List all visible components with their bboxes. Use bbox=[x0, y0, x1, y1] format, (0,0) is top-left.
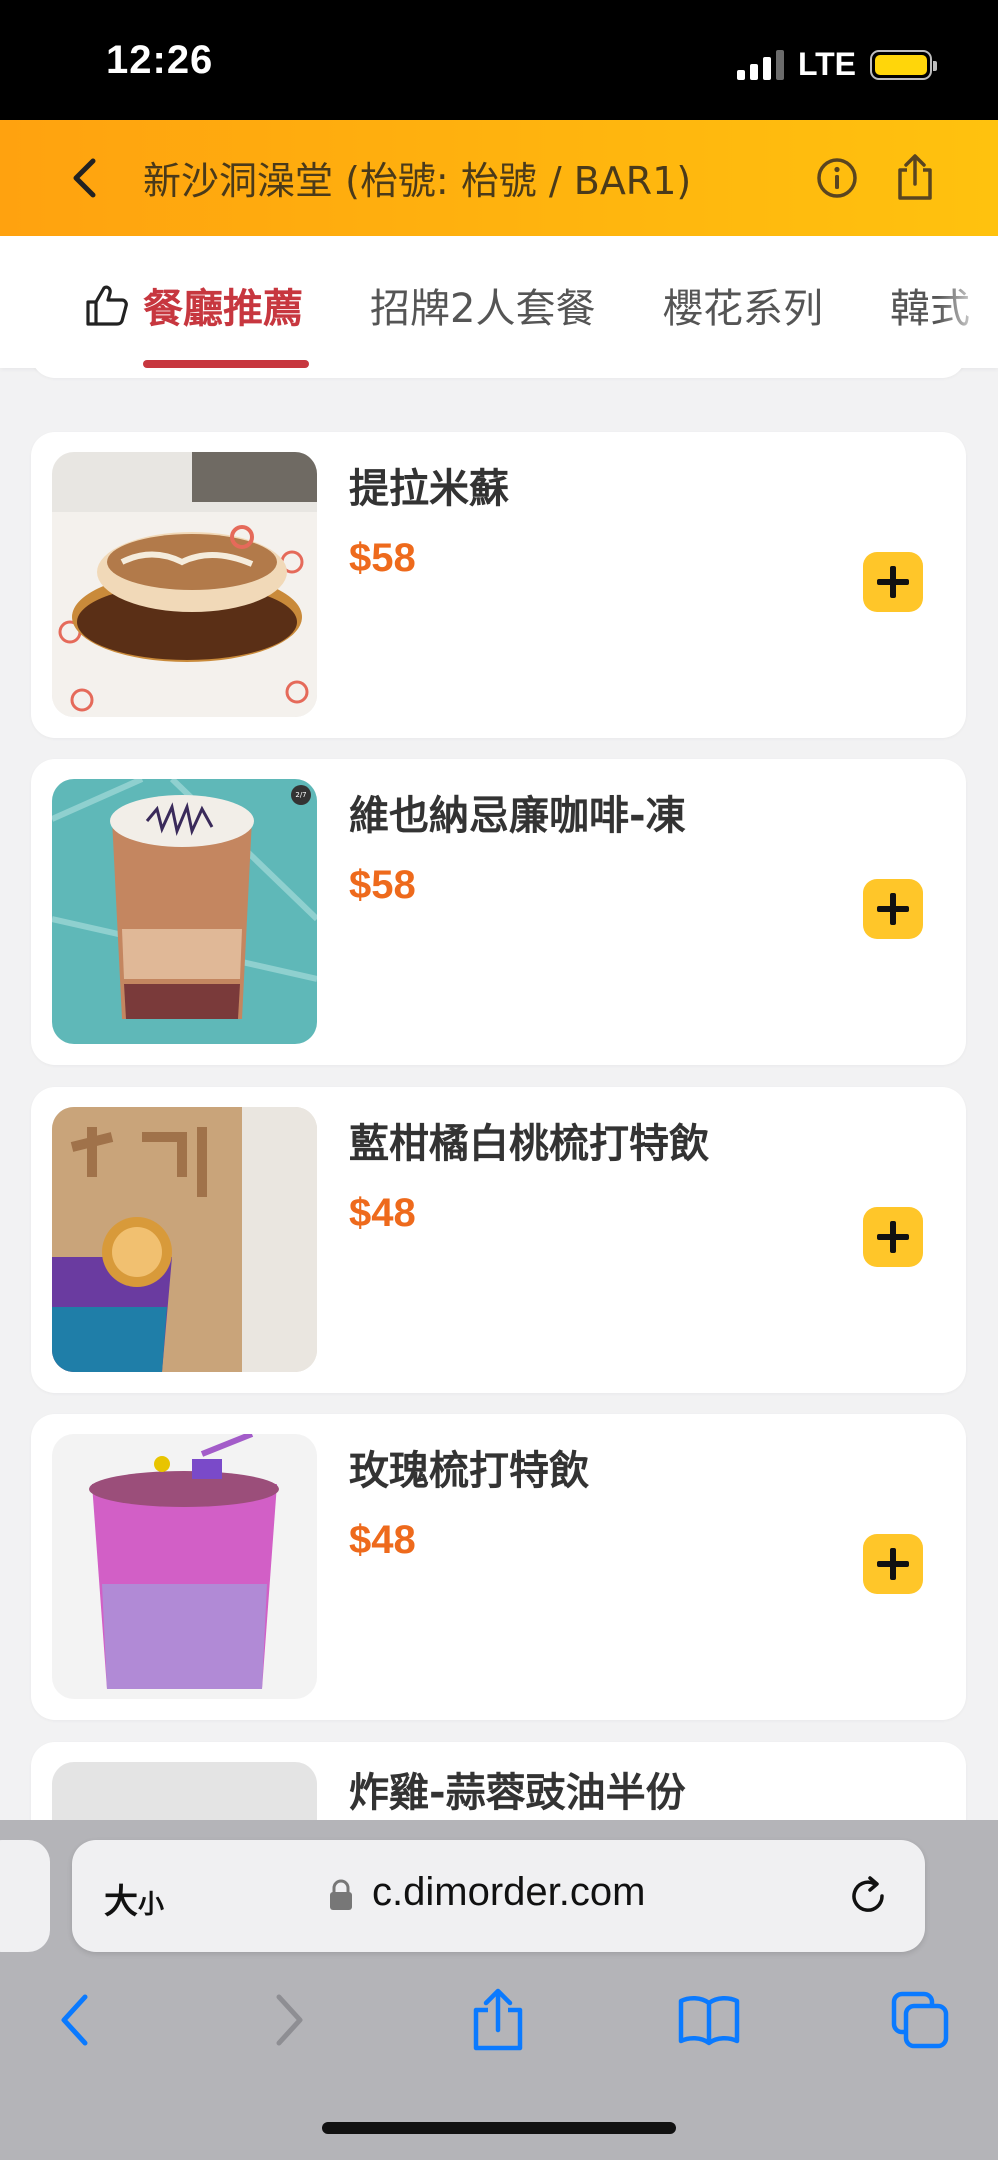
home-indicator bbox=[322, 2122, 676, 2134]
active-tab-indicator bbox=[143, 360, 309, 368]
dish-image bbox=[52, 1762, 317, 1820]
menu-item-card[interactable]: 炸雞-蒜蓉豉油半份 bbox=[31, 1742, 966, 1820]
dish-image bbox=[52, 452, 317, 717]
add-to-cart-button[interactable] bbox=[863, 1534, 923, 1594]
dish-price: $48 bbox=[349, 1518, 416, 1562]
share-button[interactable] bbox=[893, 152, 937, 202]
info-icon bbox=[817, 158, 857, 198]
tab-scroll-fade bbox=[938, 236, 998, 368]
menu-card-previous[interactable] bbox=[31, 368, 966, 378]
menu-item-card[interactable]: 玫瑰梳打特飲 $48 bbox=[31, 1414, 966, 1720]
book-icon bbox=[678, 1996, 740, 2046]
restaurant-title: 新沙洞澡堂 (枱號: 枱號 / BAR1) bbox=[143, 159, 692, 203]
menu-item-card[interactable]: 藍柑橘白桃梳打特飲 $48 bbox=[31, 1087, 966, 1393]
browser-share-button[interactable] bbox=[466, 1988, 530, 2052]
menu-list: 提拉米蘇 $58 2/7 維也納忌廉咖啡-凍 $58 藍柑橘白桃梳打特飲 $48… bbox=[0, 368, 998, 1820]
url-text[interactable]: c.dimorder.com bbox=[372, 1870, 645, 1915]
chevron-right-icon bbox=[276, 1994, 303, 2046]
dish-name: 提拉米蘇 bbox=[349, 466, 509, 512]
cellular-signal-icon bbox=[736, 49, 784, 80]
share-icon bbox=[898, 154, 932, 200]
dish-price: $58 bbox=[349, 536, 416, 580]
dish-name: 藍柑橘白桃梳打特飲 bbox=[349, 1121, 709, 1167]
chevron-left-icon bbox=[61, 1994, 88, 2046]
dish-name: 炸雞-蒜蓉豉油半份 bbox=[349, 1770, 686, 1816]
previous-tab-preview[interactable] bbox=[0, 1840, 50, 1952]
bookmarks-button[interactable] bbox=[677, 1988, 741, 2052]
image-count-badge: 2/7 bbox=[291, 785, 311, 805]
status-bar: 12:26 LTE bbox=[0, 0, 998, 120]
chevron-left-icon bbox=[73, 158, 96, 198]
restaurant-header: 新沙洞澡堂 (枱號: 枱號 / BAR1) bbox=[0, 120, 998, 236]
dish-name: 維也納忌廉咖啡-凍 bbox=[349, 793, 686, 839]
reload-icon[interactable] bbox=[846, 1874, 890, 1918]
dish-name: 玫瑰梳打特飲 bbox=[349, 1448, 589, 1494]
text-size-small-label: 小 bbox=[138, 1890, 165, 1920]
battery-icon bbox=[870, 49, 937, 80]
browser-back-button[interactable] bbox=[42, 1988, 106, 2052]
category-tabs: 餐廳推薦 招牌2人套餐 櫻花系列 韓式 bbox=[0, 236, 998, 368]
dish-image bbox=[52, 1107, 317, 1372]
add-to-cart-button[interactable] bbox=[863, 552, 923, 612]
network-type: LTE bbox=[797, 46, 856, 82]
menu-item-card[interactable]: 2/7 維也納忌廉咖啡-凍 $58 bbox=[31, 759, 966, 1065]
tab-signature-set-for-two[interactable]: 招牌2人套餐 bbox=[370, 276, 595, 334]
dish-image bbox=[52, 1434, 317, 1699]
status-time: 12:26 bbox=[106, 38, 214, 82]
back-button[interactable] bbox=[60, 154, 108, 202]
tabs-button[interactable] bbox=[888, 1988, 952, 2052]
text-size-large-label: 大 bbox=[104, 1882, 138, 1922]
dish-price: $58 bbox=[349, 863, 416, 907]
info-button[interactable] bbox=[815, 156, 859, 200]
tab-sakura-series[interactable]: 櫻花系列 bbox=[663, 276, 823, 334]
browser-forward-button[interactable] bbox=[258, 1988, 322, 2052]
address-bar[interactable]: 大小 c.dimorder.com bbox=[72, 1840, 925, 1952]
text-size-button[interactable]: 大小 bbox=[104, 1874, 164, 1923]
status-indicators: LTE bbox=[736, 46, 937, 83]
add-to-cart-button[interactable] bbox=[863, 1207, 923, 1267]
menu-item-card[interactable]: 提拉米蘇 $58 bbox=[31, 432, 966, 738]
browser-bottom-bar: 大小 c.dimorder.com bbox=[0, 1820, 998, 2160]
thumbs-up-icon bbox=[86, 285, 128, 326]
dish-price: $48 bbox=[349, 1191, 416, 1235]
tabs-icon bbox=[891, 1991, 949, 2049]
tab-recommended[interactable]: 餐廳推薦 bbox=[143, 276, 303, 334]
add-to-cart-button[interactable] bbox=[863, 879, 923, 939]
share-icon bbox=[473, 1988, 523, 2051]
lock-icon bbox=[330, 1879, 352, 1910]
dish-image: 2/7 bbox=[52, 779, 317, 1044]
